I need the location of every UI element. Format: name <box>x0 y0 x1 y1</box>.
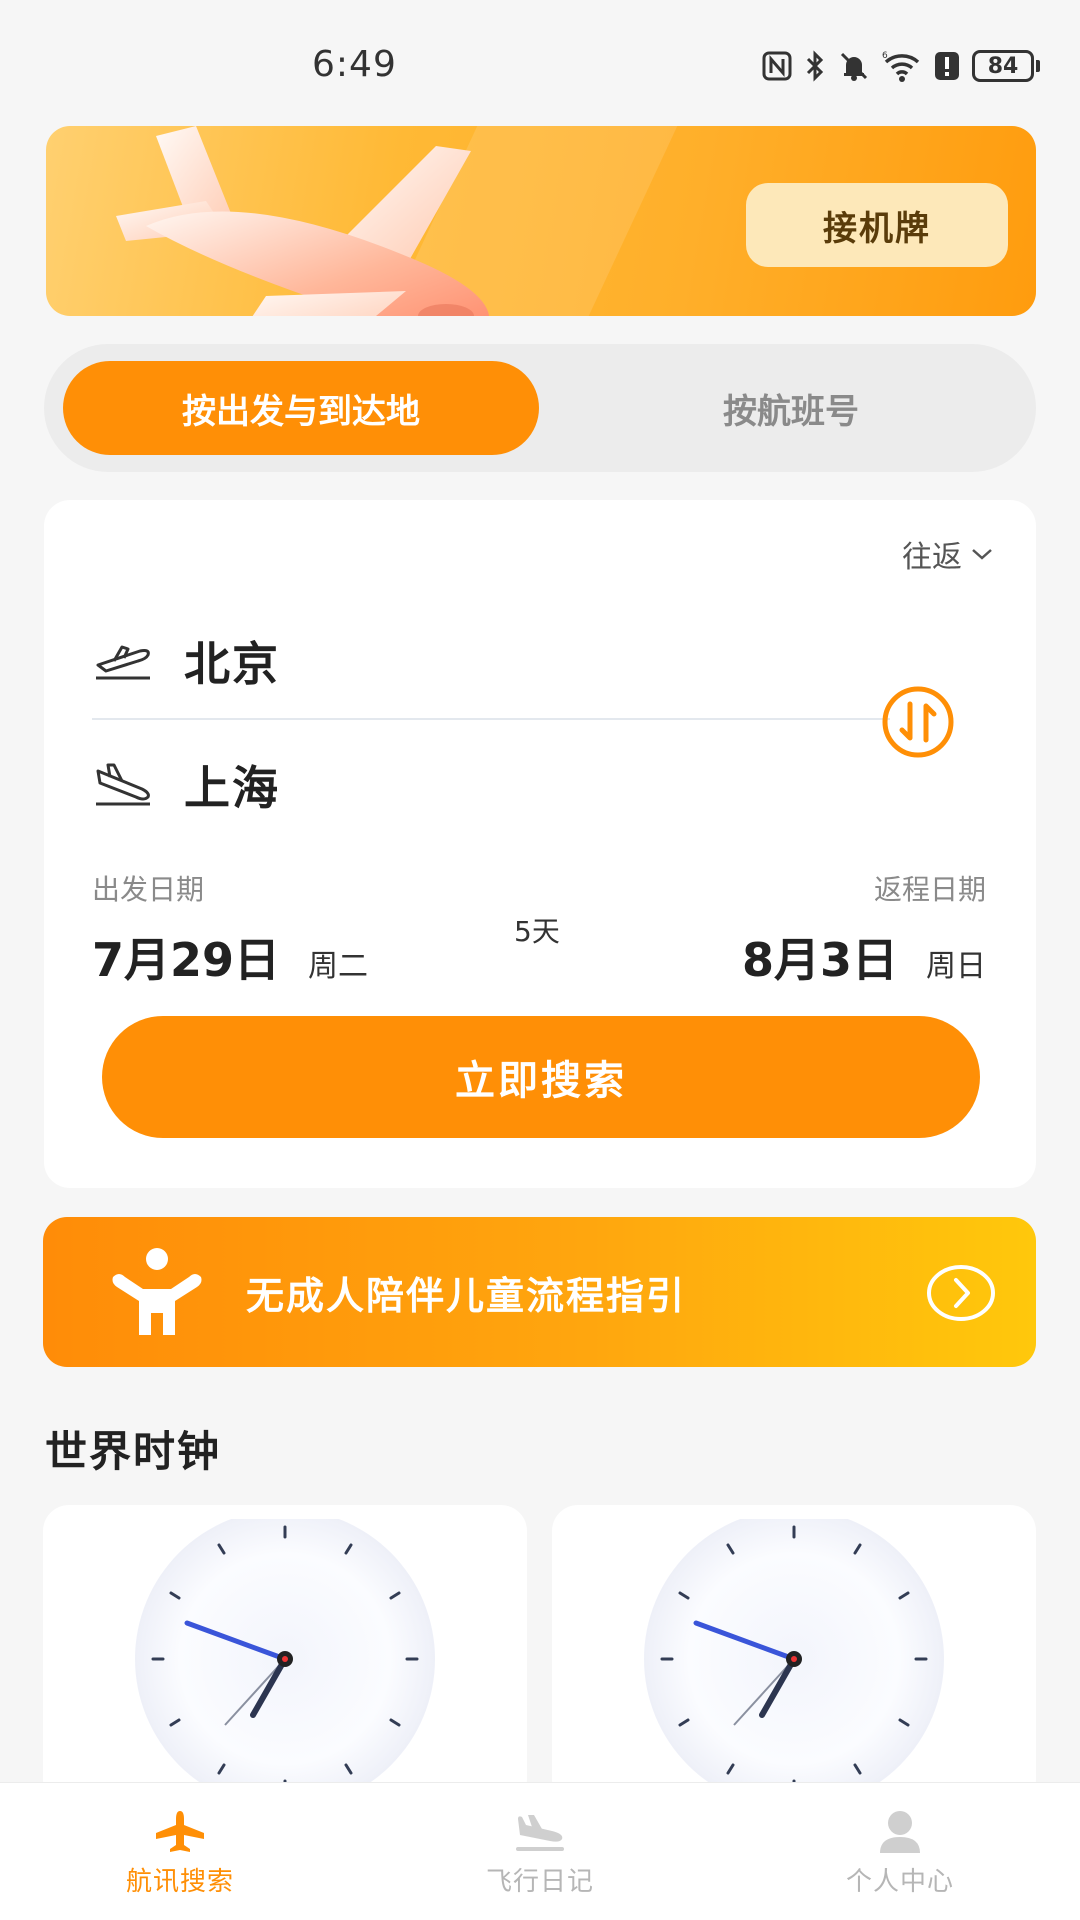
analog-clock <box>135 1519 435 1799</box>
alert-icon <box>935 52 959 80</box>
nav-label: 个人中心 <box>845 1867 954 1897</box>
return-date-picker[interactable]: 8月3日 周日 <box>742 924 986 990</box>
tab-by-route[interactable]: 按出发与到达地 <box>63 361 539 455</box>
departure-date: 7月29日 <box>92 933 281 987</box>
bluetooth-icon <box>806 50 824 82</box>
svg-text:6: 6 <box>882 51 888 61</box>
bottom-navigation: 航讯搜索 飞行日记 个人中心 <box>0 1782 1080 1920</box>
nav-label: 飞行日记 <box>485 1867 594 1897</box>
battery-level: 84 <box>972 50 1034 82</box>
chevron-down-icon <box>972 549 992 560</box>
trip-type-label: 往返 <box>902 540 962 575</box>
nav-label: 航讯搜索 <box>125 1867 234 1897</box>
tab-by-flight-number[interactable]: 按航班号 <box>564 361 1018 455</box>
return-date-label: 返程日期 <box>873 873 986 906</box>
takeoff-icon <box>96 645 150 680</box>
departure-date-label: 出发日期 <box>92 873 205 906</box>
search-mode-toggle: 按出发与到达地 按航班号 <box>44 344 1036 472</box>
landing-icon <box>96 763 150 806</box>
trip-type-select[interactable]: 往返 <box>902 532 994 576</box>
unaccompanied-minor-guide-banner[interactable]: 无成人陪伴儿童流程指引 <box>43 1217 1036 1367</box>
status-time: 6:49 <box>312 44 397 85</box>
return-weekday: 周日 <box>926 949 986 984</box>
search-button[interactable]: 立即搜索 <box>102 1016 980 1138</box>
swap-cities-button[interactable] <box>880 684 956 760</box>
status-icons: 6 84 <box>762 46 1040 86</box>
nav-flight-search[interactable]: 航讯搜索 <box>80 1809 280 1898</box>
pickup-sign-button[interactable]: 接机牌 <box>746 183 1008 267</box>
child-icon <box>112 1248 202 1335</box>
status-bar: 6:49 6 84 <box>0 0 1080 120</box>
arrival-city: 上海 <box>184 761 280 815</box>
arrival-city-row[interactable]: 上海 <box>92 752 280 818</box>
departure-weekday: 周二 <box>308 949 369 984</box>
airplane-illustration <box>116 126 489 316</box>
trip-duration: 5天 <box>514 915 560 948</box>
nav-profile[interactable]: 个人中心 <box>800 1809 1000 1898</box>
battery-indicator: 84 <box>972 50 1040 82</box>
person-icon <box>880 1811 920 1853</box>
flight-search-card: 往返 北京 上海 出发日期 返程日期 7月29日 周二 5天 8月3日 周日 立… <box>44 500 1036 1188</box>
departure-city-row[interactable]: 北京 <box>92 628 280 694</box>
departure-date-picker[interactable]: 7月29日 周二 <box>92 924 368 990</box>
guide-label: 无成人陪伴儿童流程指引 <box>246 1274 687 1318</box>
mute-bell-icon <box>840 52 868 81</box>
return-date: 8月3日 <box>741 933 898 987</box>
clock-card[interactable] <box>552 1505 1036 1805</box>
city-divider <box>92 718 890 720</box>
nfc-icon <box>762 51 792 81</box>
plane-landing-icon <box>516 1815 564 1851</box>
world-clock-title: 世界时钟 <box>45 1427 222 1476</box>
clock-card[interactable] <box>43 1505 527 1805</box>
analog-clock <box>644 1519 944 1799</box>
chevron-right-circle-icon <box>927 1265 995 1321</box>
nav-flight-diary[interactable]: 飞行日记 <box>440 1809 640 1898</box>
departure-city: 北京 <box>184 637 280 691</box>
plane-icon <box>156 1811 204 1852</box>
wifi-icon: 6 <box>882 51 920 82</box>
